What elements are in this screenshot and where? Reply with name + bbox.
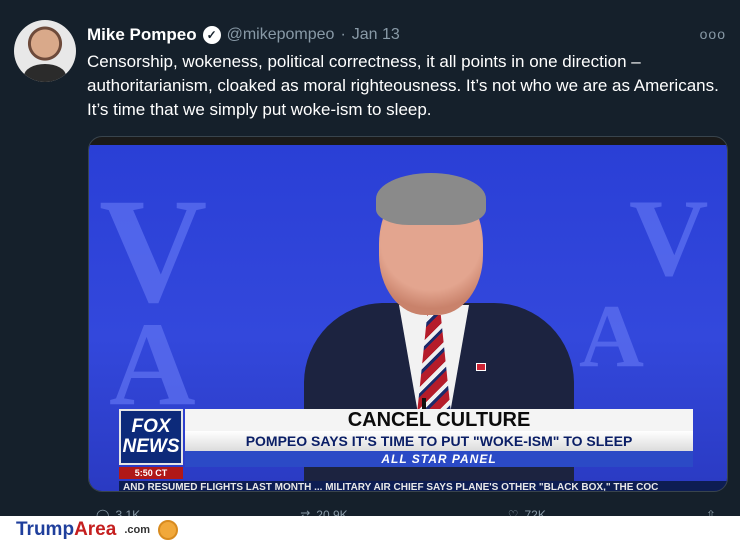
news-ticker: AND RESUMED FLIGHTS LAST MONTH ... MILIT…: [119, 481, 727, 491]
speaker-hair: [376, 173, 486, 225]
separator-dot: ·: [340, 26, 346, 43]
watermark-brand-main: Trump: [16, 518, 75, 540]
flag-pin-icon: [476, 363, 486, 371]
avatar[interactable]: [14, 20, 76, 82]
tweet-card: Mike Pompeo ✓ @mikepompeo · Jan 13 ooo C…: [0, 0, 740, 522]
tweet-date[interactable]: Jan 13: [352, 26, 400, 44]
watermark-brand-accent: Area: [74, 518, 117, 540]
network-line-2: NEWS: [122, 436, 180, 457]
author-name[interactable]: Mike Pompeo: [87, 25, 197, 45]
tweet-header: Mike Pompeo ✓ @mikepompeo · Jan 13: [87, 24, 400, 46]
watermark-suffix: .com: [124, 523, 150, 536]
chyron-headline: CANCEL CULTURE: [185, 409, 693, 431]
tweet-text: Censorship, wokeness, political correctn…: [87, 52, 719, 119]
chyron-subheadline: POMPEO SAYS IT'S TIME TO PUT "WOKE-ISM" …: [185, 431, 693, 451]
tweet-media[interactable]: V V A A FOX NEWS 5:50 CT CANCEL CULTURE: [88, 136, 728, 492]
more-options-icon[interactable]: ooo: [700, 26, 726, 42]
news-chyron: FOX NEWS 5:50 CT CANCEL CULTURE POMPEO S…: [89, 409, 727, 491]
watermark-brand: TrumpArea: [16, 519, 116, 541]
network-line-1: FOX: [131, 416, 171, 437]
broadcast-time: 5:50 CT: [119, 467, 183, 479]
voa-logo-mark: V: [629, 177, 709, 299]
author-handle[interactable]: @mikepompeo: [227, 26, 335, 44]
video-frame: V V A A FOX NEWS 5:50 CT CANCEL CULTURE: [89, 145, 727, 491]
verified-badge-icon: ✓: [202, 26, 221, 44]
mascot-icon: [158, 519, 178, 540]
site-watermark: TrumpArea .com: [0, 516, 740, 543]
chyron-panel-label: ALL STAR PANEL: [185, 451, 693, 467]
fox-news-logo: FOX NEWS: [119, 409, 183, 465]
